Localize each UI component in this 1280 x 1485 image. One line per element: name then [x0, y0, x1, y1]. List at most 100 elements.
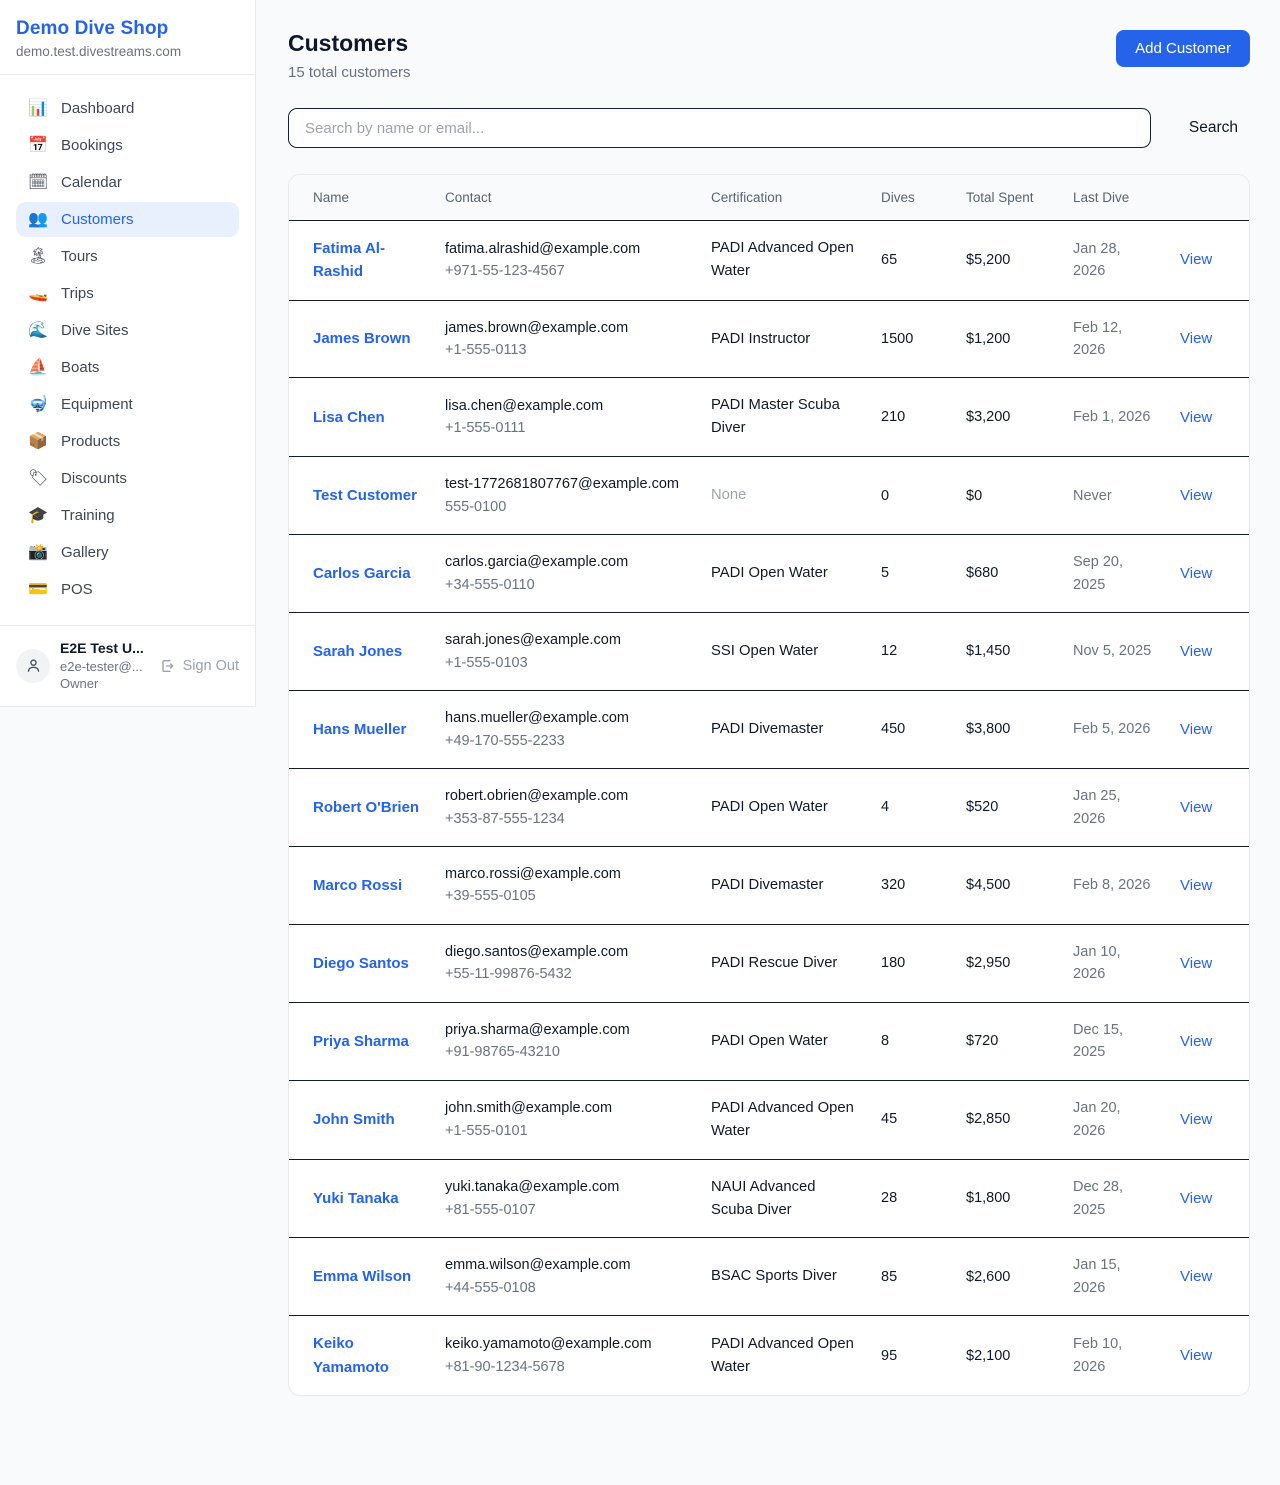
sign-out-button[interactable]: Sign Out: [160, 658, 239, 674]
customer-name-link[interactable]: Keiko Yamamoto: [313, 1335, 389, 1375]
view-link[interactable]: View: [1180, 487, 1212, 504]
camera-icon: 📸: [28, 545, 48, 561]
sidebar-item-pos[interactable]: 💳POS: [16, 572, 239, 607]
customer-dives: 28: [869, 1159, 954, 1238]
customer-name-link[interactable]: Yuki Tanaka: [313, 1190, 399, 1207]
view-link[interactable]: View: [1180, 565, 1212, 582]
view-link[interactable]: View: [1180, 877, 1212, 894]
customer-phone: +1-555-0101: [445, 1120, 687, 1142]
sidebar-item-discounts[interactable]: 🏷Discounts: [16, 461, 239, 496]
sidebar-item-label: Boats: [61, 359, 99, 376]
sidebar-item-dashboard[interactable]: 📊Dashboard: [16, 91, 239, 126]
table-row: Hans Muellerhans.mueller@example.com+49-…: [289, 691, 1249, 769]
sidebar-header: Demo Dive Shop demo.test.divestreams.com: [0, 0, 255, 75]
customer-name-link[interactable]: Carlos Garcia: [313, 565, 411, 582]
customer-dives: 85: [869, 1238, 954, 1316]
spiral-calendar-icon: 🗓: [28, 175, 48, 191]
view-link[interactable]: View: [1180, 1111, 1212, 1128]
customer-name-link[interactable]: Priya Sharma: [313, 1033, 409, 1050]
customer-dives: 320: [869, 846, 954, 924]
customer-last-dive: Feb 8, 2026: [1061, 846, 1168, 924]
search-bar: Search: [288, 108, 1250, 148]
view-link[interactable]: View: [1180, 955, 1212, 972]
sidebar-item-customers[interactable]: 👥Customers: [16, 202, 239, 237]
customer-phone: +971-55-123-4567: [445, 260, 687, 282]
sidebar-item-tours[interactable]: 🏝Tours: [16, 239, 239, 274]
column-header-certification: Certification: [699, 175, 869, 220]
customer-last-dive: Never: [1061, 457, 1168, 535]
customer-total-spent: $5,200: [954, 220, 1061, 300]
customer-name-link[interactable]: Fatima Al-Rashid: [313, 240, 385, 280]
customer-name-link[interactable]: Diego Santos: [313, 955, 409, 972]
page-header: Customers 15 total customers Add Custome…: [288, 30, 1250, 81]
view-link[interactable]: View: [1180, 1268, 1212, 1285]
customer-phone: 555-0100: [445, 496, 687, 518]
view-link[interactable]: View: [1180, 643, 1212, 660]
view-link[interactable]: View: [1180, 721, 1212, 738]
table-row: Yuki Tanakayuki.tanaka@example.com+81-55…: [289, 1159, 1249, 1238]
table-row: Priya Sharmapriya.sharma@example.com+91-…: [289, 1002, 1249, 1080]
speedboat-icon: 🚤: [28, 286, 48, 302]
wave-icon: 🌊: [28, 323, 48, 339]
customer-name-link[interactable]: Emma Wilson: [313, 1268, 411, 1285]
customer-last-dive: Feb 5, 2026: [1061, 691, 1168, 769]
customer-name-link[interactable]: Hans Mueller: [313, 721, 406, 738]
search-button[interactable]: Search: [1177, 111, 1250, 145]
customer-email: james.brown@example.com: [445, 317, 687, 339]
customer-certification: PADI Advanced Open Water: [699, 1080, 869, 1159]
view-link[interactable]: View: [1180, 799, 1212, 816]
table-row: Carlos Garciacarlos.garcia@example.com+3…: [289, 535, 1249, 613]
sidebar-user-section: E2E Test U... e2e-tester@... Owner Sign …: [0, 625, 255, 706]
customer-name-link[interactable]: James Brown: [313, 330, 411, 347]
customer-certification: PADI Divemaster: [699, 691, 869, 769]
sidebar-item-label: Dashboard: [61, 100, 134, 117]
sidebar-item-trips[interactable]: 🚤Trips: [16, 276, 239, 311]
main-content: Customers 15 total customers Add Custome…: [256, 0, 1280, 1396]
shop-domain: demo.test.divestreams.com: [16, 44, 239, 59]
customer-name-link[interactable]: John Smith: [313, 1111, 395, 1128]
customer-email: hans.mueller@example.com: [445, 707, 687, 729]
graduation-cap-icon: 🎓: [28, 508, 48, 524]
column-header-name: Name: [289, 175, 433, 220]
sidebar-item-equipment[interactable]: 🤿Equipment: [16, 387, 239, 422]
view-link[interactable]: View: [1180, 1033, 1212, 1050]
customers-table-card: Name Contact Certification Dives Total S…: [288, 174, 1250, 1396]
sidebar-item-dive-sites[interactable]: 🌊Dive Sites: [16, 313, 239, 348]
sidebar-item-training[interactable]: 🎓Training: [16, 498, 239, 533]
sidebar-item-label: Equipment: [61, 396, 133, 413]
customer-name-link[interactable]: Sarah Jones: [313, 643, 402, 660]
sidebar-item-products[interactable]: 📦Products: [16, 424, 239, 459]
sidebar-item-bookings[interactable]: 📅Bookings: [16, 128, 239, 163]
package-icon: 📦: [28, 434, 48, 450]
customer-certification: BSAC Sports Diver: [699, 1238, 869, 1316]
sidebar-item-gallery[interactable]: 📸Gallery: [16, 535, 239, 570]
customer-certification: PADI Open Water: [699, 769, 869, 847]
customer-name-link[interactable]: Lisa Chen: [313, 409, 385, 426]
sidebar: Demo Dive Shop demo.test.divestreams.com…: [0, 0, 256, 707]
customer-name-link[interactable]: Test Customer: [313, 487, 417, 504]
page-header-titles: Customers 15 total customers: [288, 30, 411, 81]
sidebar-item-calendar[interactable]: 🗓Calendar: [16, 165, 239, 200]
sidebar-item-boats[interactable]: ⛵ Boats: [16, 350, 239, 385]
label-tag-icon: 🏷: [28, 471, 48, 487]
customer-total-spent: $520: [954, 769, 1061, 847]
customer-certification: NAUI Advanced Scuba Diver: [699, 1159, 869, 1238]
view-link[interactable]: View: [1180, 1190, 1212, 1207]
credit-card-icon: 💳: [28, 582, 48, 598]
customer-last-dive: Feb 1, 2026: [1061, 378, 1168, 457]
user-role: Owner: [60, 675, 144, 693]
customer-phone: +44-555-0108: [445, 1277, 687, 1299]
customer-certification: PADI Rescue Diver: [699, 924, 869, 1002]
add-customer-button[interactable]: Add Customer: [1116, 30, 1250, 67]
view-link[interactable]: View: [1180, 409, 1212, 426]
view-link[interactable]: View: [1180, 251, 1212, 268]
customer-total-spent: $4,500: [954, 846, 1061, 924]
sailboat-icon: ⛵: [28, 360, 48, 376]
search-input[interactable]: [288, 108, 1151, 148]
view-link[interactable]: View: [1180, 1347, 1212, 1364]
customer-dives: 450: [869, 691, 954, 769]
customer-last-dive: Jan 20, 2026: [1061, 1080, 1168, 1159]
view-link[interactable]: View: [1180, 330, 1212, 347]
customer-name-link[interactable]: Marco Rossi: [313, 877, 402, 894]
customer-name-link[interactable]: Robert O'Brien: [313, 799, 419, 816]
